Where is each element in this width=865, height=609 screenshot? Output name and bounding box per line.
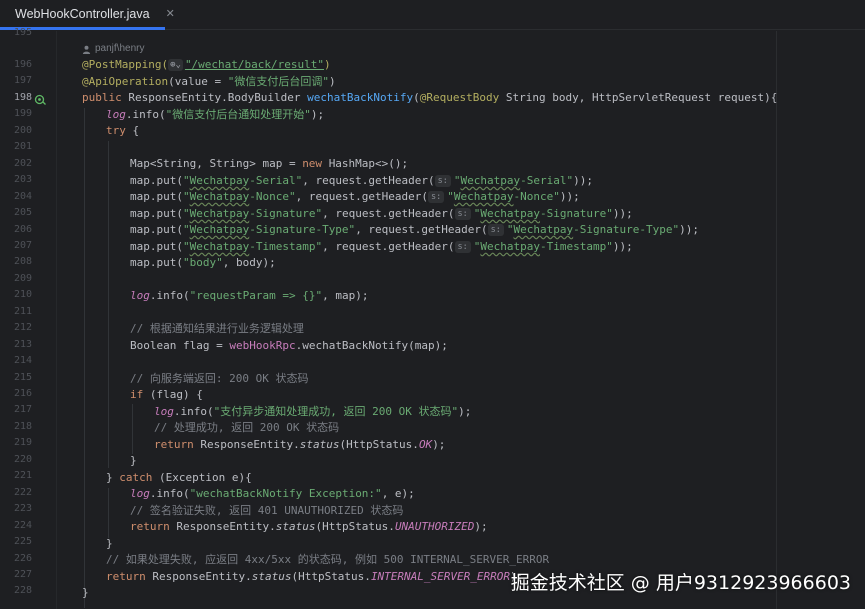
code-line-227: return ResponseEntity.status(HttpStatus.… [106, 570, 524, 583]
code-line-210: log.info("requestParam => {}", map); [130, 289, 369, 302]
line-number: 228 [13, 585, 32, 597]
line-number: 219 [13, 437, 32, 449]
line-number: 227 [13, 568, 32, 580]
code-line-199: log.info("微信支付后台通知处理开始"); [106, 108, 325, 121]
code-line-207: map.put("Wechatpay-Timestamp", request.g… [130, 240, 633, 253]
editor-window: WebHookController.java ✕ 195 196 197 198 19… [0, 0, 865, 609]
code-line-226: // 如果处理失败, 应返回 4xx/5xx 的状态码, 例如 500 INTE… [106, 553, 550, 566]
line-number: 226 [13, 552, 32, 564]
line-number: 198 [13, 91, 32, 103]
line-number: 205 [13, 207, 32, 219]
code-line-219: return ResponseEntity.status(HttpStatus.… [154, 438, 446, 451]
code-line-222: log.info("wechatBackNotify Exception:", … [130, 487, 415, 500]
code-line-217: log.info("支付异步通知处理成功, 返回 200 OK 状态码"); [154, 405, 472, 418]
line-number: 196 [13, 59, 32, 70]
parameter-hint: s: [434, 175, 451, 187]
code-line-215: // 向服务端返回: 200 OK 状态码 [130, 372, 309, 385]
tab-label: WebHookController.java [15, 6, 150, 21]
implementation-marker-icon[interactable] [34, 94, 46, 106]
code-line-225: } [106, 537, 113, 550]
line-number: 213 [13, 338, 32, 350]
line-number: 225 [13, 536, 32, 548]
line-number: 212 [13, 322, 32, 334]
code-line-224: return ResponseEntity.status(HttpStatus.… [130, 520, 488, 533]
code-line-198: public ResponseEntity.BodyBuilder wechat… [82, 91, 778, 104]
line-number: 200 [13, 124, 32, 136]
line-number: 211 [13, 305, 32, 317]
author-name: panjf\henry [95, 43, 145, 54]
line-number: 208 [13, 256, 32, 268]
line-number: 221 [13, 470, 32, 482]
line-number: 195 [13, 27, 32, 38]
line-number: 197 [13, 75, 32, 87]
line-number: 199 [13, 108, 32, 120]
indent-guide [108, 488, 109, 538]
line-number: 223 [13, 503, 32, 515]
line-number: 207 [13, 239, 32, 251]
line-number: 220 [13, 453, 32, 465]
parameter-hint: s: [428, 191, 445, 203]
indent-guide [84, 108, 85, 608]
code-line-208: map.put("body", body); [130, 256, 276, 269]
line-number: 204 [13, 190, 32, 202]
line-number: 210 [13, 289, 32, 301]
line-number: 218 [13, 420, 32, 432]
watermark: 掘金技术社区 @ 用户9312923966603 [510, 572, 851, 594]
line-number: 201 [13, 141, 32, 153]
code-line-212: // 根据通知结果进行业务逻辑处理 [130, 322, 304, 335]
line-number: 217 [13, 404, 32, 416]
code-line-197: @ApiOperation(value = "微信支付后台回调") [82, 75, 336, 88]
code-line-220: } [130, 454, 137, 467]
parameter-hint: s: [487, 224, 504, 236]
globe-icon[interactable]: ⊕⌄ [168, 59, 183, 71]
indent-guide [108, 141, 109, 468]
close-icon[interactable]: ✕ [166, 7, 175, 20]
line-number: 215 [13, 371, 32, 383]
line-number: 216 [13, 388, 32, 399]
code-line-200: try { [106, 124, 140, 137]
code-line-213: Boolean flag = webHookRpc.wechatBackNoti… [130, 339, 448, 352]
gutter-separator [56, 31, 57, 609]
line-number: 214 [13, 355, 32, 367]
right-margin-guide [776, 31, 777, 609]
code-line-203: map.put("Wechatpay-Serial", request.getH… [130, 174, 593, 187]
line-number: 206 [13, 223, 32, 235]
code-line-228: } [82, 586, 89, 599]
code-line-218: // 处理成功, 返回 200 OK 状态码 [154, 421, 340, 434]
line-number: 224 [13, 519, 32, 531]
code-line-223: // 签名验证失败, 返回 401 UNAUTHORIZED 状态码 [130, 504, 404, 517]
line-number: 202 [13, 157, 32, 169]
indent-guide [132, 404, 133, 454]
line-number: 203 [13, 174, 32, 186]
code-line-216: if (flag) { [130, 388, 203, 401]
line-number: 209 [13, 272, 32, 284]
user-icon [82, 45, 91, 54]
code-line-202: Map<String, String> map = new HashMap<>(… [130, 157, 409, 170]
code-line-206: map.put("Wechatpay-Signature-Type", requ… [130, 223, 699, 236]
code-line-204: map.put("Wechatpay-Nonce", request.getHe… [130, 190, 580, 203]
parameter-hint: s: [454, 241, 471, 253]
code-line-196: @PostMapping(⊕⌄ "/wechat/back/result") [82, 58, 331, 71]
parameter-hint: s: [454, 208, 471, 220]
code-line-221: } catch (Exception e){ [106, 471, 252, 484]
editor-tab-bar: WebHookController.java ✕ [0, 0, 865, 30]
line-number: 222 [13, 486, 32, 498]
code-author-hint[interactable]: panjf\henry [82, 41, 144, 57]
code-line-205: map.put("Wechatpay-Signature", request.g… [130, 207, 633, 220]
